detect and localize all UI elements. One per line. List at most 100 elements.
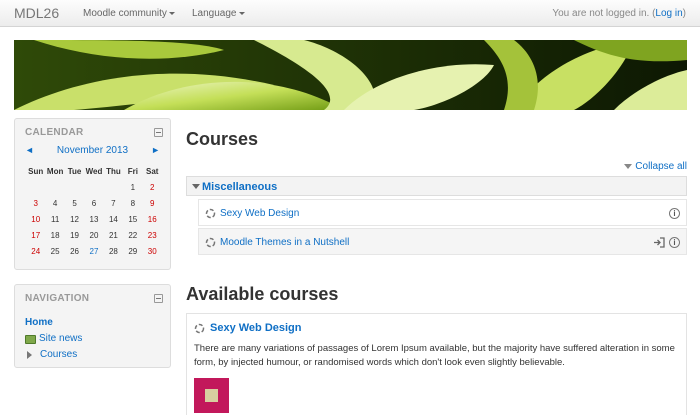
top-navbar: MDL26 Moodle community Language You are … (0, 0, 700, 27)
calendar-day[interactable]: 19 (65, 228, 84, 244)
calendar-day[interactable]: 25 (45, 244, 64, 260)
calendar-day[interactable]: 14 (104, 212, 123, 228)
course-image (194, 378, 229, 413)
collapse-all-label: Collapse all (635, 161, 687, 172)
calendar-day[interactable]: 2 (143, 180, 162, 196)
calendar-day[interactable]: 24 (26, 244, 45, 260)
calendar-day[interactable]: 26 (65, 244, 84, 260)
calendar-day[interactable]: 13 (84, 212, 103, 228)
nav-site-news[interactable]: Site news (25, 331, 82, 347)
navigation-tree: Home Site news Courses (25, 315, 82, 363)
available-courses-heading: Available courses (186, 284, 339, 304)
calendar-day[interactable]: 30 (143, 244, 162, 260)
calendar-day (26, 180, 45, 196)
site-brand[interactable]: MDL26 (14, 5, 59, 21)
nav-site-news-label: Site news (39, 333, 83, 344)
category-header[interactable]: Miscellaneous (186, 176, 687, 196)
collapse-arrow-icon (624, 163, 633, 169)
available-course-box: Sexy Web Design There are many variation… (186, 313, 687, 415)
calendar-month-nav: ◄ November 2013 ► (25, 145, 160, 157)
login-prefix: You are not logged in. ( (552, 8, 656, 19)
course-icon (194, 323, 205, 334)
calendar-day (84, 180, 103, 196)
calendar-day[interactable]: 20 (84, 228, 103, 244)
calendar-day[interactable]: 7 (104, 196, 123, 212)
calendar-weekday: Wed (85, 167, 103, 176)
navigation-block: NAVIGATION Home Site news Courses (14, 284, 171, 368)
calendar-grid: Sun Mon Tue Wed Thu Fri Sat 1 2 3 4 5 6 7 8 9 10 11 12 13 14… (26, 164, 162, 260)
navigation-block-header: NAVIGATION (15, 285, 170, 309)
forum-icon (25, 334, 36, 344)
login-suffix: ) (682, 8, 686, 19)
next-month-arrow-icon[interactable]: ► (151, 145, 160, 155)
calendar-day[interactable]: 27 (84, 244, 103, 260)
login-info: You are not logged in. (Log in) (552, 8, 686, 19)
calendar-day[interactable]: 6 (84, 196, 103, 212)
calendar-day (65, 180, 84, 196)
calendar-day[interactable]: 12 (65, 212, 84, 228)
calendar-day[interactable]: 23 (143, 228, 162, 244)
collapse-all-link[interactable]: Collapse all (624, 161, 687, 172)
calendar-day[interactable]: 3 (26, 196, 45, 212)
courses-heading: Courses (186, 129, 259, 149)
course-icon (205, 208, 216, 219)
calendar-day[interactable]: 22 (123, 228, 142, 244)
enrol-icon[interactable] (653, 237, 665, 248)
login-link[interactable]: Log in (655, 8, 682, 19)
collapse-arrow-icon (192, 184, 200, 189)
course-link[interactable]: Sexy Web Design (220, 208, 299, 219)
course-list-item: Moodle Themes in a Nutshell i (198, 228, 687, 255)
calendar-day[interactable]: 16 (143, 212, 162, 228)
calendar-weekday: Sun (28, 167, 44, 176)
info-icon[interactable]: i (669, 208, 680, 219)
chevron-down-icon (238, 11, 245, 15)
calendar-day[interactable]: 9 (143, 196, 162, 212)
calendar-day (45, 180, 64, 196)
nav-courses[interactable]: Courses (25, 347, 82, 363)
course-icon (205, 237, 216, 248)
course-link[interactable]: Moodle Themes in a Nutshell (220, 237, 349, 248)
collapse-block-icon[interactable] (154, 128, 163, 137)
calendar-week-row: 10 11 12 13 14 15 16 (26, 212, 162, 228)
calendar-day[interactable]: 21 (104, 228, 123, 244)
calendar-day[interactable]: 18 (45, 228, 64, 244)
course-list-item: Sexy Web Design i (198, 199, 687, 226)
nav-home-link[interactable]: Home (25, 315, 82, 331)
calendar-block: CALENDAR ◄ November 2013 ► Sun Mon Tue Wed T… (14, 118, 171, 270)
calendar-title: CALENDAR (25, 127, 84, 138)
expand-arrow-icon (27, 351, 32, 359)
header-banner-image (14, 40, 687, 110)
calendar-weekday: Fri (127, 167, 138, 176)
calendar-day[interactable]: 28 (104, 244, 123, 260)
calendar-day[interactable]: 5 (65, 196, 84, 212)
navigation-title: NAVIGATION (25, 293, 90, 304)
chevron-down-icon (168, 11, 175, 15)
leaf-banner-graphic (14, 40, 687, 110)
calendar-day (104, 180, 123, 196)
calendar-day[interactable]: 4 (45, 196, 64, 212)
calendar-week-row: 24 25 26 27 28 29 30 (26, 244, 162, 260)
course-summary: There are many variations of passages of… (194, 343, 675, 368)
calendar-day[interactable]: 1 (123, 180, 142, 196)
info-icon[interactable]: i (669, 237, 680, 248)
calendar-day[interactable]: 11 (45, 212, 64, 228)
calendar-day[interactable]: 15 (123, 212, 142, 228)
calendar-day[interactable]: 8 (123, 196, 142, 212)
language-menu[interactable]: Language (192, 8, 245, 19)
calendar-day[interactable]: 17 (26, 228, 45, 244)
calendar-week-row: 3456789 (26, 196, 162, 212)
moodle-community-menu-label: Moodle community (83, 8, 167, 19)
calendar-weekday: Mon (46, 167, 64, 176)
available-course-title[interactable]: Sexy Web Design (210, 322, 302, 334)
calendar-month-name[interactable]: November 2013 (25, 145, 160, 156)
calendar-weekday: Tue (67, 167, 82, 176)
calendar-week-row: 12 (26, 180, 162, 196)
calendar-weekday: Sat (146, 167, 159, 176)
category-name[interactable]: Miscellaneous (202, 181, 277, 193)
moodle-community-menu[interactable]: Moodle community (83, 8, 175, 19)
collapse-block-icon[interactable] (154, 294, 163, 303)
calendar-weekday: Thu (106, 167, 121, 176)
calendar-day[interactable]: 10 (26, 212, 45, 228)
calendar-day[interactable]: 29 (123, 244, 142, 260)
calendar-week-row: 17 18 19 20 21 22 23 (26, 228, 162, 244)
